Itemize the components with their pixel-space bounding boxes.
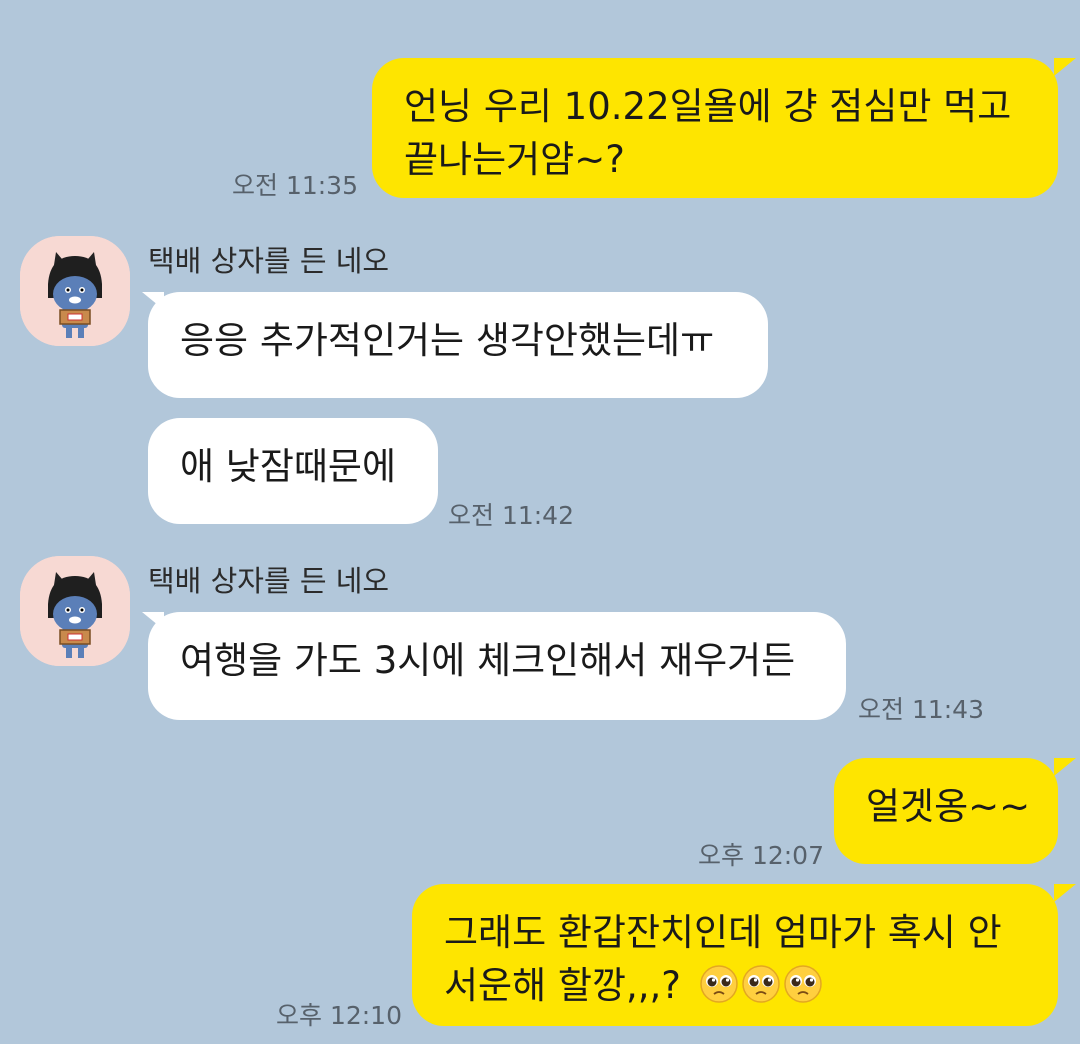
pleading-face-emoji [699,965,738,1003]
bubble-tail [1054,884,1076,902]
my-message-bubble[interactable]: 언닝 우리 10.22일욜에 걍 점심만 먹고 끝나는거얌~? [372,58,1058,198]
neo-character-icon [20,556,130,666]
message-line: 응응 추가적인거는 생각안했는데ㅠ [180,319,715,362]
message-line-text: 서운해 할깡,,,? [444,964,693,1007]
other-message-bubble[interactable]: 여행을 가도 3시에 체크인해서 재우거든 [148,612,846,720]
message-time: 오전 11:42 [448,501,574,530]
message-line: 애 낮잠때문에 [180,445,397,488]
bubble-tail [1054,758,1076,776]
message-time: 오전 11:35 [232,171,358,200]
message-line: 얼겟옹~~ [866,785,1031,828]
chat-room: 언닝 우리 10.22일욜에 걍 점심만 먹고 끝나는거얌~? 오전 11:35… [0,0,1080,1044]
bubble-tail [1054,58,1076,76]
sender-name: 택배 상자를 든 네오 [148,244,390,278]
message-line: 그래도 환갑잔치인데 엄마가 혹시 안 [444,911,1002,954]
my-message-bubble[interactable]: 그래도 환갑잔치인데 엄마가 혹시 안 서운해 할깡,,,? [412,884,1058,1026]
message-time: 오후 12:10 [276,1001,402,1030]
message-line: 여행을 가도 3시에 체크인해서 재우거든 [180,639,796,682]
other-message-bubble[interactable]: 응응 추가적인거는 생각안했는데ㅠ [148,292,768,398]
pleading-face-emoji [741,965,780,1003]
message-line: 서운해 할깡,,,? [444,959,1028,1012]
avatar[interactable] [20,556,130,666]
neo-character-icon [20,236,130,346]
other-message-bubble[interactable]: 애 낮잠때문에 [148,418,438,524]
my-message-bubble[interactable]: 얼겟옹~~ [834,758,1058,864]
message-line: 끝나는거얌~? [404,138,625,181]
avatar[interactable] [20,236,130,346]
pleading-face-emoji [783,965,822,1003]
message-time: 오전 11:43 [858,695,984,724]
message-line: 언닝 우리 10.22일욜에 걍 점심만 먹고 [404,85,1012,128]
sender-name: 택배 상자를 든 네오 [148,564,390,598]
message-time: 오후 12:07 [698,841,824,870]
